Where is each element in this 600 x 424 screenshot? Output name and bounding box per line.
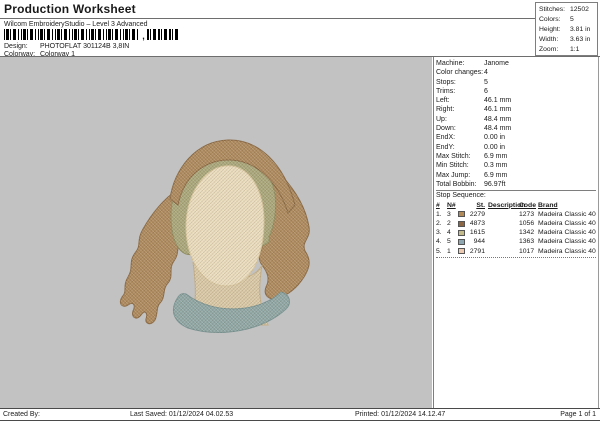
thread-color-swatch [458,211,465,218]
barcode-bars-left [4,29,140,40]
machine-row: EndX: 0.00 in [436,134,506,142]
machine-row: Trims: 6 [436,87,488,95]
design-value: PHOTOFLAT 301124B 3,8IN [39,43,130,50]
thread-color-swatch [458,239,465,246]
machine-row: EndY: 0.00 in [436,143,506,151]
thread-color-swatch [458,220,465,227]
design-barcode: , [4,29,179,41]
last-saved-label: Last Saved: 01/12/2024 04.02.53 [130,411,234,418]
page-number-label: Page 1 of 1 [560,411,596,418]
barcode-separator: , [142,31,145,41]
stop-sequence-title: Stop Sequence: [436,192,486,200]
software-version-label: Wilcom EmbroideryStudio – Level 3 Advanc… [4,21,148,28]
embroidery-design [119,139,310,333]
machine-row: Total Bobbin: 96.97ft [436,180,506,188]
stitch-texture-overlay [120,139,310,333]
title-divider [0,18,535,19]
design-canvas [0,57,432,408]
stop-sequence-row: 4. 5 944 1363 Madeira Classic 40 [436,238,596,246]
stop-sequence-row: 5. 1 2791 1017 Madeira Classic 40 [436,247,596,255]
design-stats-box: Stitches: 12502 Colors: 5 Height: 3.81 in W… [535,2,598,56]
stop-sequence-row: 3. 4 1615 1342 Madeira Classic 40 [436,229,596,237]
barcode-bars-right [147,29,179,40]
machine-row: Up: 48.4 mm [436,115,512,123]
design-name-row: Design: PHOTOFLAT 301124B 3,8IN [4,43,129,50]
production-worksheet-page: Production Worksheet Wilcom EmbroiderySt… [0,0,600,424]
machine-row: Down: 48.4 mm [436,125,512,133]
machine-row: Left: 46.1 mm [436,97,512,105]
page-title: Production Worksheet [4,2,136,16]
page-footer: Created By: Last Saved: 01/12/2024 04.02… [0,408,600,421]
stat-height: Height: 3.81 in [539,26,591,33]
machine-row: Max Jump: 6.9 mm [436,171,508,179]
stat-zoom: Zoom: 1:1 [539,46,580,53]
stat-stitches: Stitches: 12502 [539,6,589,13]
stop-sequence-row: 1. 3 2279 1273 Madeira Classic 40 [436,210,596,218]
table-bottom-divider [436,256,596,258]
stat-colors: Colors: 5 [539,16,574,23]
machine-row: Right: 46.1 mm [436,106,512,114]
machine-row: Max Stitch: 6.9 mm [436,152,508,160]
stop-sequence-header: # N# St. Description Code Brand [436,201,558,209]
stat-width: Width: 3.63 in [539,36,591,43]
created-by-label: Created By: [3,411,40,418]
machine-row: Stops: 5 [436,78,488,86]
thread-color-swatch [458,248,465,255]
machine-row: Color changes: 4 [436,69,488,77]
printed-label: Printed: 01/12/2024 14.12.47 [355,411,446,418]
thread-color-swatch [458,229,465,236]
machine-info-panel: Machine: Janome Color changes: 4 Stops: 5 T… [433,57,599,408]
stop-sequence-row: 2. 2 4873 1056 Madeira Classic 40 [436,220,596,228]
design-label: Design: [4,43,28,50]
machine-row: Min Stitch: 0.3 mm [436,162,508,170]
machine-row: Machine: Janome [436,60,509,67]
